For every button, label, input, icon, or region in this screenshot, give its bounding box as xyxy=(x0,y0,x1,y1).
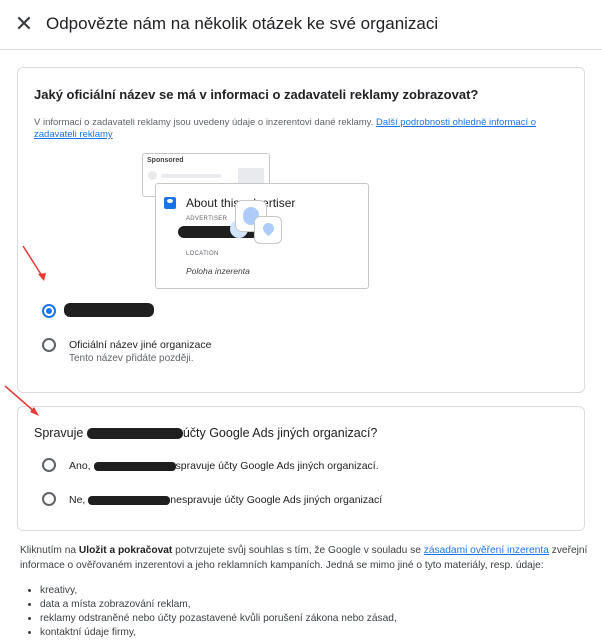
location-value: Poloha inzerenta xyxy=(186,266,250,276)
question-card-official-name: Jaký oficiální název se má v informaci o… xyxy=(17,67,585,393)
question-description: V informaci o zadavateli reklamy jsou uv… xyxy=(34,117,537,140)
save-continue-reference: Uložit a pokračovat xyxy=(78,545,173,556)
person-icon xyxy=(164,197,176,209)
redacted-organization-name xyxy=(64,303,154,317)
redacted-organization-name xyxy=(86,428,183,440)
question-card-manages-accounts: Spravuje účty Google Ads jiných organiza… xyxy=(17,406,585,531)
ad-text-placeholder xyxy=(161,174,221,178)
question-title: Jaký oficiální název se má v informaci o… xyxy=(34,87,479,102)
radio-yes[interactable] xyxy=(42,458,56,472)
annotation-arrow xyxy=(4,385,39,416)
radio-official-name[interactable] xyxy=(42,304,56,318)
location-pin-icon xyxy=(254,216,282,244)
consent-text: Kliknutím na Uložit a pokračovat potvrzu… xyxy=(20,545,588,571)
advertiser-label: ADVERTISER xyxy=(186,216,228,222)
list-item: kontaktní údaje firmy, xyxy=(40,626,397,640)
sponsored-label: Sponsored xyxy=(147,157,184,164)
option-label-yes: Ano, spravuje účty Google Ads jiných org… xyxy=(69,460,379,472)
option-label-other-organization: Oficiální název jiné organizace xyxy=(69,339,212,351)
advertiser-verification-policy-link[interactable]: zásadami ověření inzerenta xyxy=(424,545,549,556)
list-item: data a místa zobrazování reklam, xyxy=(40,598,397,612)
radio-no[interactable] xyxy=(42,492,56,506)
location-label: LOCATION xyxy=(186,251,219,257)
list-item: kreativy, xyxy=(40,584,397,598)
radio-other-organization[interactable] xyxy=(42,338,56,352)
dialog-header: ✕ Odpovězte nám na několik otázek ke své… xyxy=(0,0,602,50)
list-item: reklamy odstraněné nebo účty pozastavené… xyxy=(40,612,397,626)
redacted-organization-name xyxy=(93,461,176,471)
option-label-no: Ne, nespravuje účty Google Ads jiných or… xyxy=(69,494,383,506)
option-sub-other-organization: Tento název přidáte později. xyxy=(69,353,194,364)
ad-avatar-placeholder xyxy=(148,171,157,180)
close-icon[interactable]: ✕ xyxy=(12,12,36,36)
page-title: Odpovězte nám na několik otázek ke své o… xyxy=(46,14,439,33)
redacted-organization-name xyxy=(88,495,171,505)
published-materials-list: kreativy, data a místa zobrazování rekla… xyxy=(20,584,397,640)
question-title: Spravuje účty Google Ads jiných organiza… xyxy=(34,426,378,440)
annotation-arrow xyxy=(22,245,46,281)
